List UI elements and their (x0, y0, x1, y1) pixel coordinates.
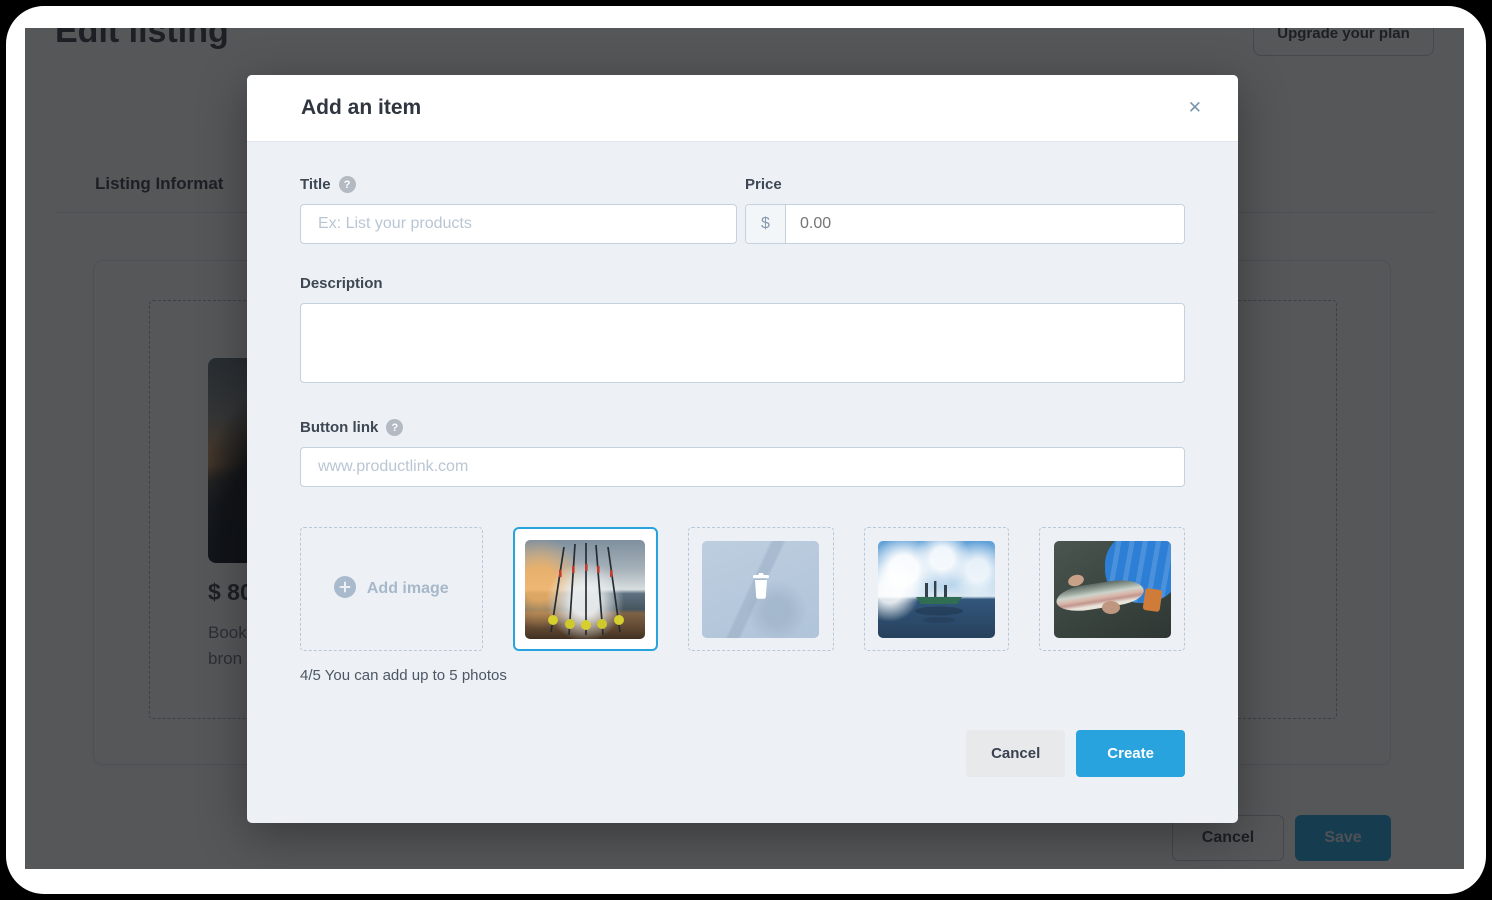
photo-thumb-fishing-rods-selected[interactable] (513, 527, 659, 651)
photo-boat-on-calm-sea (878, 541, 995, 638)
photo-thumb-trout[interactable] (1039, 527, 1185, 651)
description-field-label: Description (300, 275, 383, 292)
add-image-label: Add image (367, 580, 449, 598)
price-field-label: Price (745, 176, 782, 193)
price-input-group: $ (745, 204, 1185, 244)
add-image-button[interactable]: Add image (300, 527, 483, 651)
hand (1102, 601, 1120, 614)
title-input[interactable] (300, 204, 737, 244)
app-viewport: Edit listing Upgrade your plan Listing I… (25, 28, 1464, 869)
photos-counter: 4/5 You can add up to 5 photos (300, 667, 1185, 684)
title-field-label: Title (300, 176, 331, 193)
price-input[interactable] (786, 205, 1184, 243)
photo-angler-holding-trout (1054, 541, 1171, 638)
photo-thumb-boat[interactable] (864, 527, 1010, 651)
photo-fishing-rod-closeup (702, 541, 819, 638)
orange-patch (1142, 587, 1162, 611)
trash-icon[interactable] (749, 573, 773, 605)
add-item-modal: Add an item ✕ Title ? Price (247, 75, 1238, 823)
plus-circle-icon (334, 576, 356, 603)
photos-row: Add image (300, 527, 1185, 651)
modal-body: Title ? Price $ (247, 142, 1238, 777)
help-icon[interactable]: ? (339, 176, 356, 193)
description-textarea[interactable] (300, 303, 1185, 383)
create-button[interactable]: Create (1076, 730, 1185, 777)
photo-fishing-rods-on-boat (525, 540, 645, 639)
currency-prefix: $ (746, 205, 786, 243)
modal-title: Add an item (301, 96, 1178, 120)
button-link-input[interactable] (300, 447, 1185, 487)
button-link-field-label: Button link (300, 419, 378, 436)
close-icon[interactable]: ✕ (1178, 92, 1212, 124)
photo-thumb-delete-hover[interactable] (688, 527, 834, 651)
modal-header: Add an item ✕ (247, 75, 1238, 142)
cancel-button[interactable]: Cancel (966, 730, 1065, 777)
browser-window: Edit listing Upgrade your plan Listing I… (6, 6, 1486, 894)
help-icon[interactable]: ? (386, 419, 403, 436)
